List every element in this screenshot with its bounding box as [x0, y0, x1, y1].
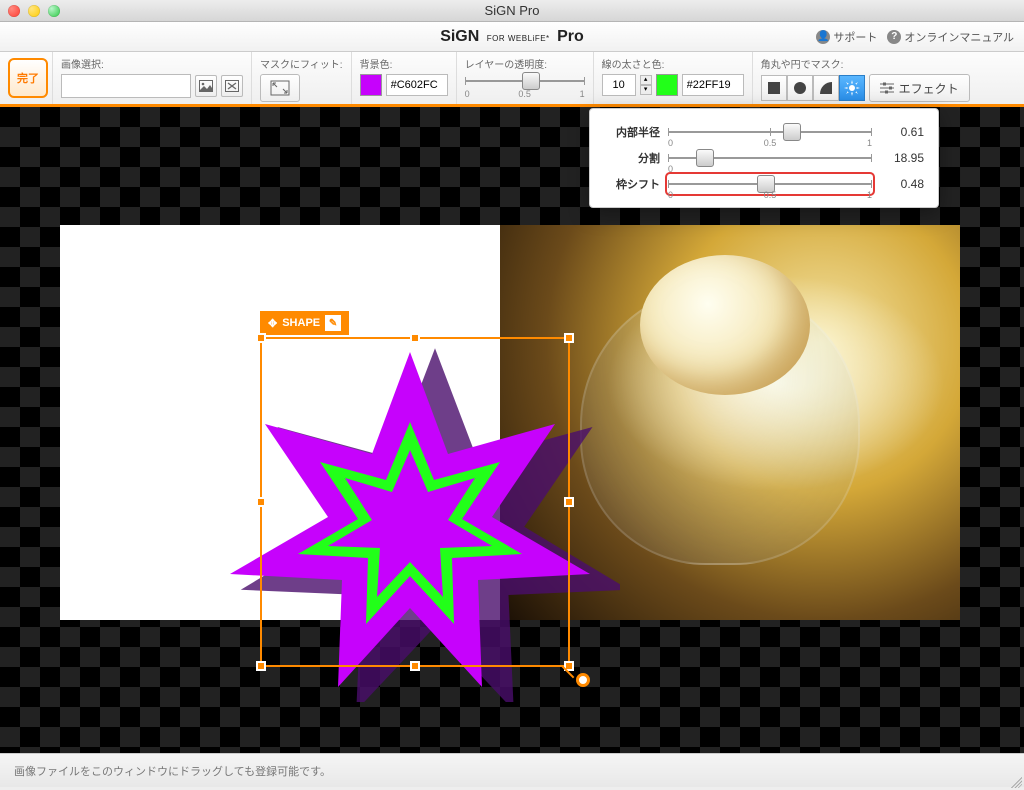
bgcolor-swatch[interactable] — [360, 74, 382, 96]
mask-burst-button[interactable] — [839, 75, 865, 101]
fit-icon — [269, 79, 291, 97]
support-link[interactable]: 👤 サポート — [816, 29, 877, 45]
opacity-max: 1 — [580, 89, 585, 99]
resize-handle-tr[interactable] — [564, 333, 574, 343]
resize-handle-bl[interactable] — [256, 661, 266, 671]
popover-value: 18.95 — [880, 151, 924, 165]
popover-value: 0.61 — [880, 125, 924, 139]
effect-label: エフェクト — [899, 80, 959, 97]
move-icon: ✥ — [268, 317, 277, 330]
window-title: SiGN Pro — [0, 3, 1024, 18]
popover-row: 内部半径 00.51 0.61 — [598, 119, 924, 145]
effect-button[interactable]: エフェクト — [869, 74, 970, 102]
app-header: SiGN FOR WEBLiFE* Pro 👤 サポート ? オンラインマニュア… — [0, 22, 1024, 52]
rotate-handle[interactable] — [576, 673, 590, 687]
opacity-slider[interactable]: 0 0.5 1 — [465, 74, 585, 99]
mask-square-button[interactable] — [761, 75, 787, 101]
burst-settings-popover: 内部半径 00.51 0.61 分割 0 18.95 枠シフト 00.51 0.48 — [589, 108, 939, 208]
resize-handle-tm[interactable] — [410, 333, 420, 343]
bgcolor-hex-input[interactable] — [386, 74, 448, 96]
step-up-icon[interactable]: ▴ — [640, 75, 652, 85]
stroke-width-input[interactable] — [602, 74, 636, 96]
popover-slider[interactable]: 0 — [668, 149, 872, 167]
selection-label: SHAPE — [282, 317, 320, 329]
manual-link[interactable]: ? オンラインマニュアル — [887, 29, 1014, 45]
opacity-label: レイヤーの透明度: — [465, 56, 585, 71]
resize-grip[interactable] — [1008, 774, 1022, 788]
popover-slider[interactable]: 00.51 — [668, 175, 872, 193]
selection-tag[interactable]: ✥ SHAPE ✎ — [260, 311, 349, 335]
image-path-field[interactable] — [61, 74, 191, 98]
mask-rounded-button[interactable] — [813, 75, 839, 101]
resize-handle-mr[interactable] — [564, 497, 574, 507]
opacity-thumb[interactable] — [522, 72, 540, 90]
stroke-width-stepper[interactable]: ▴▾ — [640, 75, 652, 95]
fit-mask-button[interactable] — [260, 74, 300, 102]
bgcolor-label: 背景色: — [360, 56, 448, 71]
opacity-mid: 0.5 — [518, 89, 531, 99]
clear-image-button[interactable] — [221, 75, 243, 97]
resize-handle-ml[interactable] — [256, 497, 266, 507]
manual-label: オンラインマニュアル — [904, 29, 1014, 45]
popover-param-label: 内部半径 — [598, 124, 660, 140]
stroke-label: 線の太さと色: — [602, 56, 744, 71]
mask-label: 角丸や円でマスク: — [761, 56, 970, 71]
brand-main: SiGN — [440, 28, 479, 45]
sliders-icon — [880, 82, 894, 94]
support-label: サポート — [833, 29, 877, 45]
popover-row: 枠シフト 00.51 0.48 — [598, 171, 924, 197]
opacity-min: 0 — [465, 89, 470, 99]
mask-circle-button[interactable] — [787, 75, 813, 101]
done-button[interactable]: 完了 — [8, 58, 48, 98]
resize-handle-tl[interactable] — [256, 333, 266, 343]
resize-handle-bm[interactable] — [410, 661, 420, 671]
popover-param-label: 枠シフト — [598, 176, 660, 192]
clear-icon — [225, 80, 239, 92]
stroke-color-swatch[interactable] — [656, 74, 678, 96]
brand-suffix: Pro — [557, 28, 584, 45]
square-icon — [767, 81, 781, 95]
user-icon: 👤 — [816, 30, 830, 44]
image-select-label: 画像選択: — [61, 56, 243, 71]
popover-param-label: 分割 — [598, 150, 660, 166]
popover-row: 分割 0 18.95 — [598, 145, 924, 171]
burst-icon — [844, 80, 860, 96]
edit-icon[interactable]: ✎ — [325, 315, 341, 331]
window-titlebar: SiGN Pro — [0, 0, 1024, 22]
popover-slider[interactable]: 00.51 — [668, 123, 872, 141]
status-hint: 画像ファイルをこのウィンドウにドラッグしても登録可能です。 — [14, 763, 331, 779]
brand-sub: FOR WEBLiFE* — [487, 34, 550, 43]
toolbar: 完了 画像選択: マスクにフィット: 背景色: レイヤーの透明度: — [0, 52, 1024, 107]
image-icon — [199, 80, 213, 92]
fit-mask-label: マスクにフィット: — [260, 56, 343, 71]
status-bar: 画像ファイルをこのウィンドウにドラッグしても登録可能です。 — [0, 753, 1024, 787]
selection-box[interactable]: ✥ SHAPE ✎ — [260, 337, 570, 667]
step-down-icon[interactable]: ▾ — [640, 85, 652, 95]
quarter-icon — [819, 81, 833, 95]
help-icon: ? — [887, 30, 901, 44]
browse-image-button[interactable] — [195, 75, 217, 97]
canvas[interactable]: ✥ SHAPE ✎ 内部半径 00.51 0.61 分割 0 18.95 枠シフト 00.51… — [0, 107, 1024, 753]
stroke-hex-input[interactable] — [682, 74, 744, 96]
brand-logo: SiGN FOR WEBLiFE* Pro — [440, 28, 584, 46]
circle-icon — [793, 81, 807, 95]
popover-value: 0.48 — [880, 177, 924, 191]
